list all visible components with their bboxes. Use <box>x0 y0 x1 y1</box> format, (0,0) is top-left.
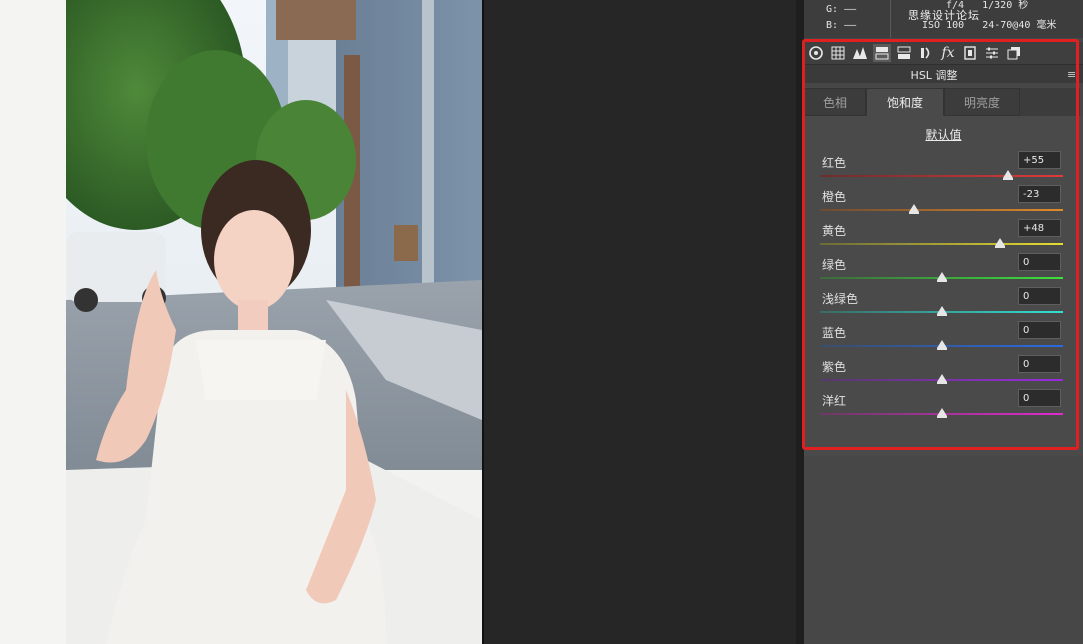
b-value: —— <box>844 20 857 31</box>
g-value: —— <box>844 4 857 15</box>
canvas-margin <box>0 0 66 644</box>
readout-divider <box>890 0 891 38</box>
g-label: G: <box>826 4 839 15</box>
watermark-text: 思缘设计论坛 <box>908 9 980 22</box>
highlight-annotation <box>802 39 1079 450</box>
b-readout: B: —— <box>826 20 856 31</box>
photo-preview[interactable] <box>66 0 482 644</box>
readout-info: G: —— B: —— f/4 1/320 秒 ISO 100 24-70@40… <box>804 0 1083 38</box>
photo-border <box>482 0 484 644</box>
g-readout: G: —— <box>826 4 856 15</box>
photo-image <box>66 0 482 644</box>
b-label: B: <box>826 20 839 31</box>
